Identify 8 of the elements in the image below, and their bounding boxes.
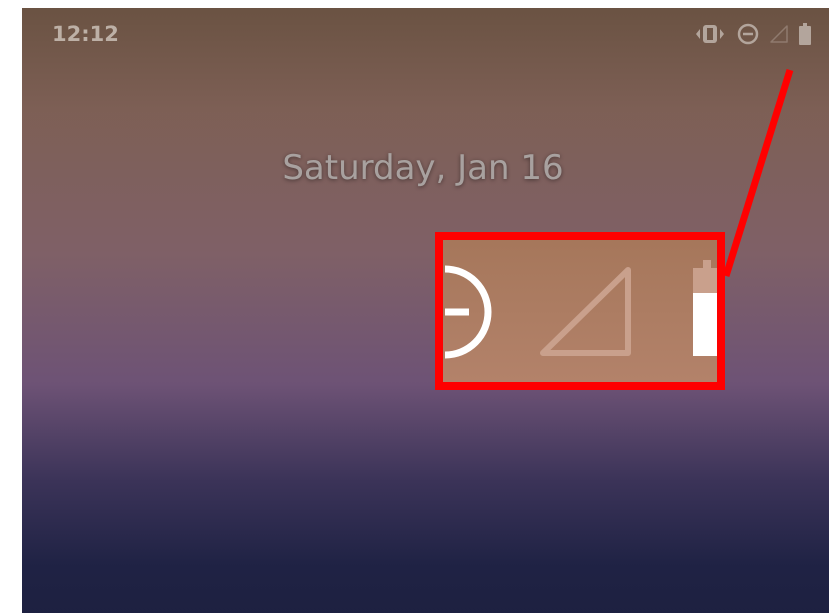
vibrate-icon (693, 24, 727, 44)
battery-icon (693, 260, 717, 356)
status-time: 12:12 (52, 22, 119, 46)
signal-icon (540, 267, 631, 356)
battery-icon (799, 23, 811, 45)
do-not-disturb-icon (737, 23, 759, 45)
lock-screen-date: Saturday, Jan 16 (281, 148, 565, 188)
signal-icon (769, 24, 789, 44)
